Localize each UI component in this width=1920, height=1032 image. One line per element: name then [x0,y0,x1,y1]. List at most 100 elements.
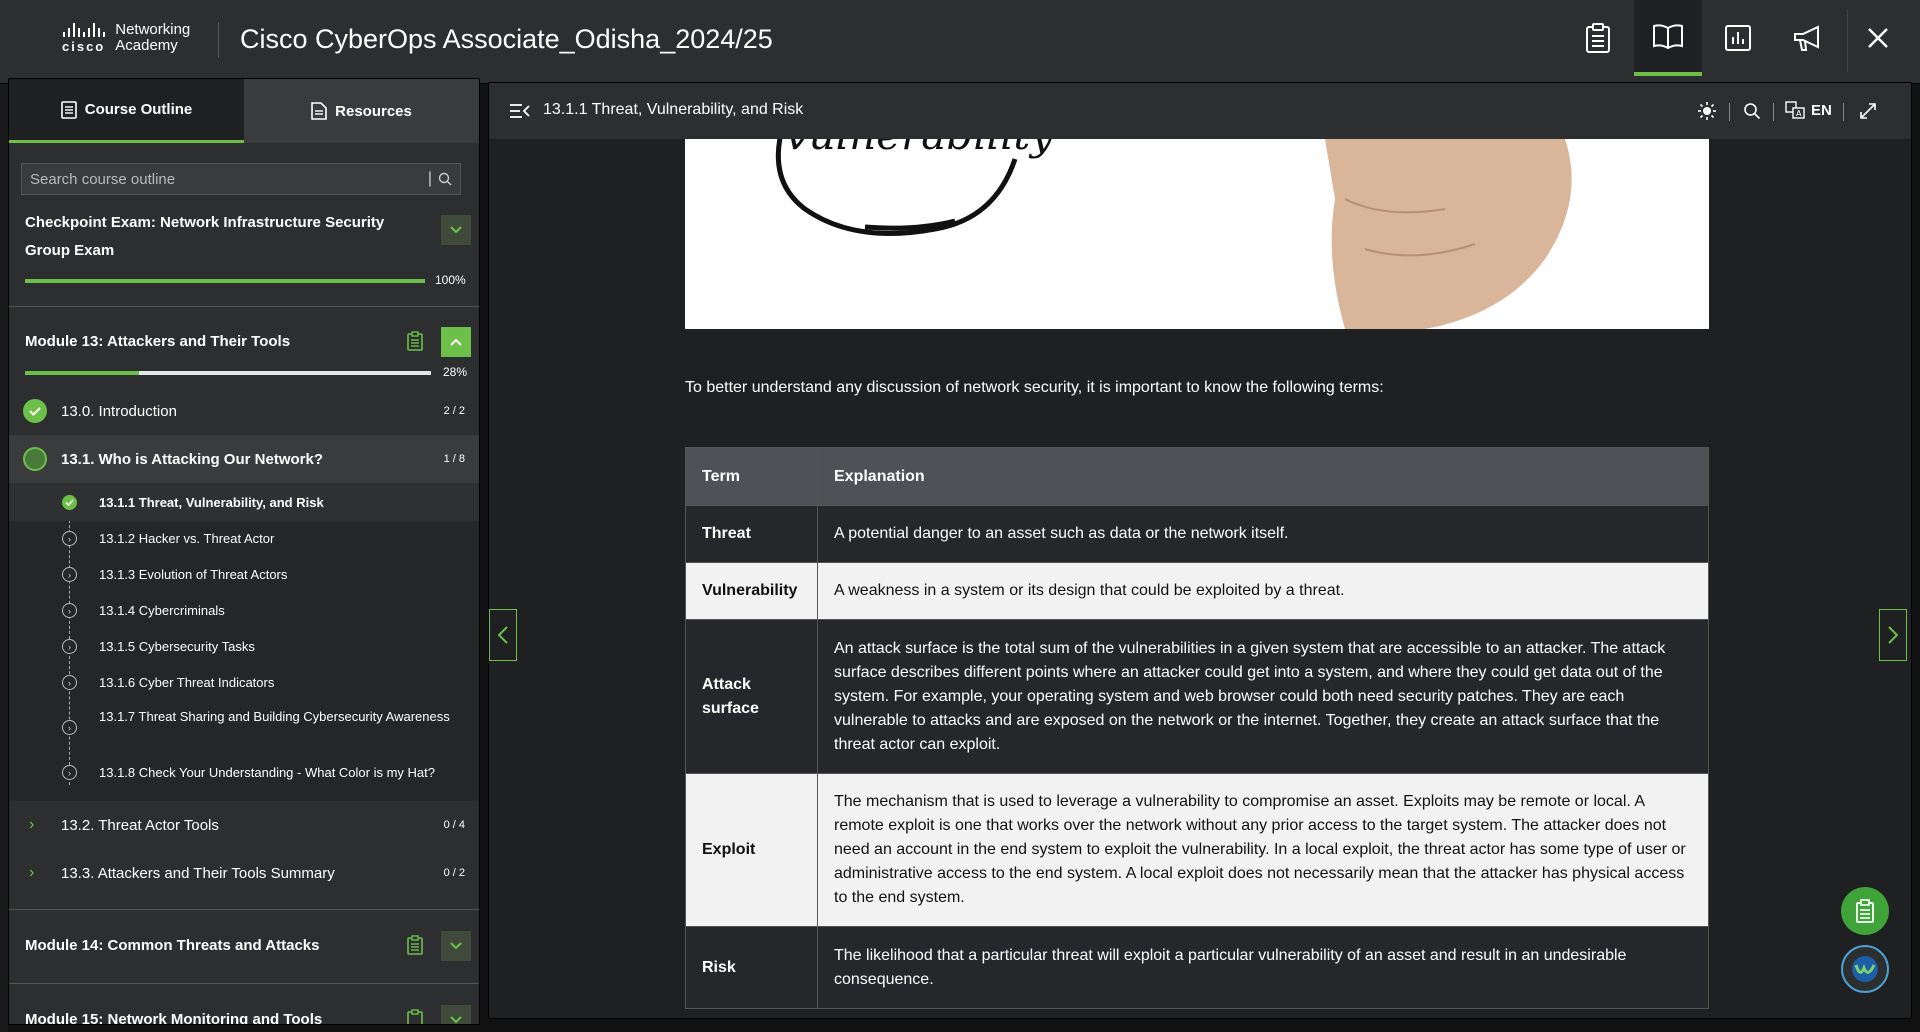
module-14-clipboard-icon[interactable] [407,935,423,955]
logo-text: Networking Academy [115,22,190,54]
collapse-module-13-button[interactable] [441,327,471,357]
collapse-sidebar-icon[interactable] [509,103,531,119]
chevron-right-icon: › [62,567,77,582]
expand-module-14-button[interactable] [441,931,471,961]
translate-icon[interactable]: A [1785,101,1805,119]
completed-icon [23,399,47,423]
table-row: Exploit The mechanism that is used to le… [686,773,1708,926]
tab-resources-label: Resources [335,102,412,120]
subtopic-label: 13.1.3 Evolution of Threat Actors [99,567,288,582]
content-toolbar: 13.1.1 Threat, Vulnerability, and Risk A… [489,83,1911,139]
module-15-clipboard-icon[interactable] [407,1009,423,1025]
exam-progress-fill [25,279,425,283]
logo-line2: Academy [115,37,178,54]
outline-icon [60,100,77,119]
document-icon [311,102,327,120]
fullscreen-icon[interactable] [1859,102,1877,120]
next-page-button[interactable] [1879,609,1907,661]
topic-13-1[interactable]: 13.1. Who is Attacking Our Network? 1 / … [9,435,479,483]
brightness-icon[interactable] [1697,101,1717,121]
module-15-title[interactable]: Module 15: Network Monitoring and Tools [25,1011,322,1024]
progress-button[interactable] [1704,0,1772,76]
megaphone-icon [1794,25,1819,51]
checkpoint-exam-item[interactable]: Checkpoint Exam: Network Infrastructure … [9,205,479,307]
subtopic-13-1-4[interactable]: › 13.1.4 Cybercriminals [9,593,479,629]
chevron-right-icon: › [62,639,77,654]
toolbar-separator [1729,103,1730,121]
module-13-clipboard-icon[interactable] [407,331,423,351]
search-cursor-bar: | [427,170,432,187]
table-row: Risk The likelihood that a particular th… [686,926,1708,1008]
completed-icon [62,495,77,510]
course-content-button[interactable] [1634,0,1702,76]
topic-count: 1 / 8 [443,453,465,465]
search-input[interactable] [30,170,428,188]
announcements-button[interactable] [1774,0,1842,76]
explanation-cell: A weakness in a system or its design tha… [834,582,1345,599]
subtopic-list: 13.1.1 Threat, Vulnerability, and Risk ›… [9,485,479,801]
cisco-networking-academy-logo[interactable]: cisco Networking Academy [62,22,190,54]
topic-13-2[interactable]: › 13.2. Threat Actor Tools 0 / 4 [9,801,479,849]
subtopic-13-1-8[interactable]: › 13.1.8 Check Your Understanding - What… [9,755,479,791]
search-icon[interactable] [438,172,452,186]
webex-assistant-button[interactable] [1841,945,1889,993]
explanation-cell: An attack surface is the total sum of th… [834,639,1666,753]
in-progress-icon [23,447,47,471]
clipboard-icon [1586,23,1610,53]
expand-module-15-button[interactable] [441,1005,471,1024]
checkpoint-exam-title: Checkpoint Exam: Network Infrastructure … [25,214,385,259]
term-cell: Threat [686,506,818,562]
subtopic-13-1-3[interactable]: › 13.1.3 Evolution of Threat Actors [9,557,479,593]
svg-text:A: A [1796,109,1802,118]
subtopic-label: 13.1.8 Check Your Understanding - What C… [99,765,436,780]
search-icon[interactable] [1743,102,1761,120]
header-term: Term [686,448,818,505]
expand-exam-button[interactable] [441,215,471,245]
language-selector[interactable]: EN [1811,102,1832,119]
topic-label: 13.0. Introduction [61,402,177,420]
app-header: cisco Networking Academy Cisco CyberOps … [0,0,1920,84]
subtopic-13-1-7[interactable]: › 13.1.7 Threat Sharing and Building Cyb… [9,701,479,755]
tab-resources[interactable]: Resources [244,79,479,143]
subtopic-13-1-5[interactable]: › 13.1.5 Cybersecurity Tasks [9,629,479,665]
terms-table: Term Explanation Threat A potential dang… [685,447,1709,1009]
chevron-right-icon: › [62,531,77,546]
chevron-right-icon: › [62,765,77,780]
table-row: Attack surface An attack surface is the … [686,619,1708,773]
module-13-progress-bar [25,371,431,375]
module-13-progress-label: 28% [443,365,468,379]
intro-paragraph: To better understand any discussion of n… [685,379,1384,396]
subtopic-label: 13.1.1 Threat, Vulnerability, and Risk [99,495,324,510]
divider [9,909,479,910]
chevron-up-icon [450,338,462,346]
previous-page-button[interactable] [489,609,517,661]
topic-13-0[interactable]: 13.0. Introduction 2 / 2 [9,387,479,435]
course-title: Cisco CyberOps Associate_Odisha_2024/25 [240,24,773,54]
module-13-title[interactable]: Module 13: Attackers and Their Tools [25,333,290,350]
explanation-cell: The likelihood that a particular threat … [834,946,1627,988]
term-cell: Risk [686,927,818,1008]
subtopic-13-1-1[interactable]: 13.1.1 Threat, Vulnerability, and Risk [9,485,479,521]
module-14-title[interactable]: Module 14: Common Threats and Attacks [25,937,320,954]
term-cell: Attack surface [686,620,818,773]
logo-brand: cisco [62,38,106,54]
topic-13-3[interactable]: › 13.3. Attackers and Their Tools Summar… [9,849,479,897]
search-course-outline: | [21,163,461,195]
topic-label: 13.3. Attackers and Their Tools Summary [61,864,335,882]
notes-fab-button[interactable] [1841,887,1889,935]
term-cell: Vulnerability [686,563,818,619]
close-button[interactable] [1844,0,1912,76]
subtopic-label: 13.1.7 Threat Sharing and Building Cyber… [99,709,450,724]
chevron-right-icon: › [62,603,77,618]
book-icon [1653,24,1683,49]
subtopic-label: 13.1.4 Cybercriminals [99,603,225,618]
subtopic-13-1-2[interactable]: › 13.1.2 Hacker vs. Threat Actor [9,521,479,557]
topic-count: 0 / 4 [443,819,465,831]
table-header-row: Term Explanation [686,448,1708,505]
subtopic-label: 13.1.2 Hacker vs. Threat Actor [99,531,275,546]
subtopic-13-1-6[interactable]: › 13.1.6 Cyber Threat Indicators [9,665,479,701]
chevron-left-icon [497,626,508,644]
grades-button[interactable] [1564,0,1632,76]
tab-course-outline[interactable]: Course Outline [9,79,244,143]
lesson-illustration: vulnerability [685,139,1709,329]
